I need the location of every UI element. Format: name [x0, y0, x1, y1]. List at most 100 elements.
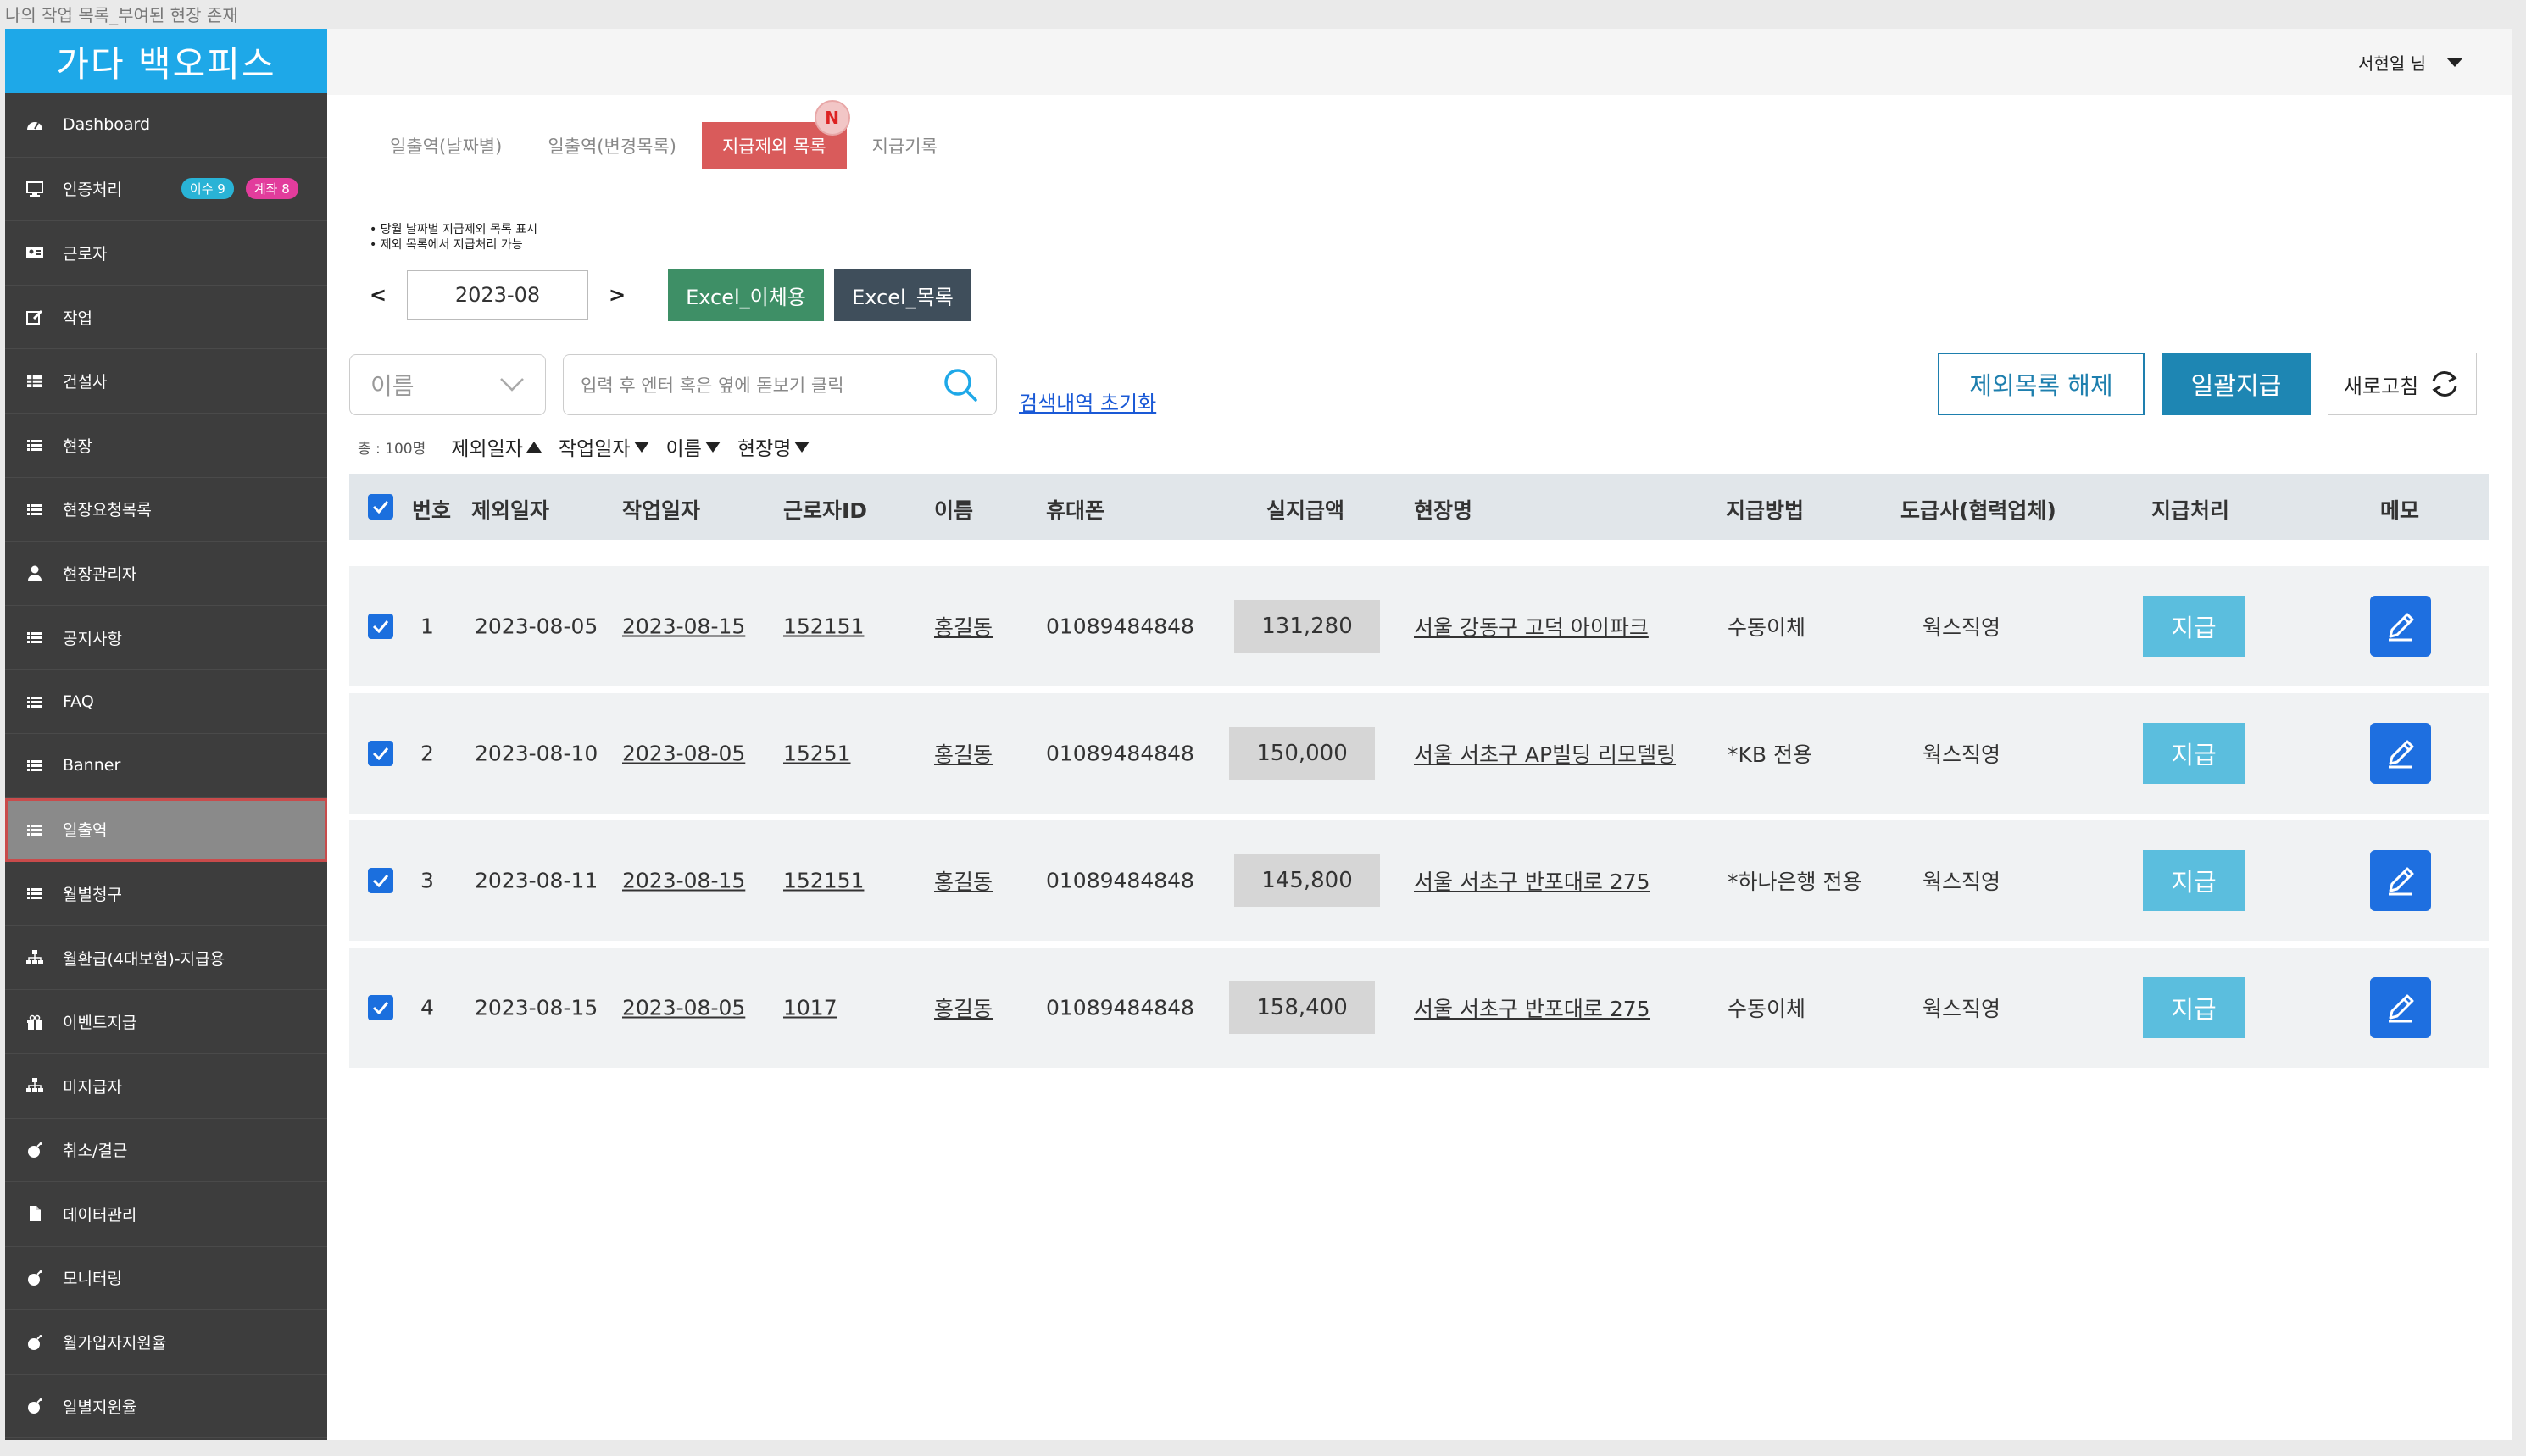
pay-all-button[interactable]: 일괄지급	[2162, 353, 2311, 415]
sidebar-item[interactable]: 현장	[5, 414, 327, 478]
sidebar-item[interactable]: 공지사항	[5, 606, 327, 670]
phone: 01089484848	[1046, 868, 1194, 893]
excel-transfer-button[interactable]: Excel_이체용	[668, 269, 824, 321]
tab-payment-history[interactable]: 지급기록	[852, 122, 958, 169]
pay-button[interactable]: 지급	[2143, 850, 2245, 911]
worker-name-link[interactable]: 홍길동	[934, 992, 993, 1023]
list-icon	[24, 757, 46, 774]
sidebar-item[interactable]: 현장관리자	[5, 542, 327, 606]
worker-id-link[interactable]: 152151	[783, 869, 864, 893]
sidebar-item-label: 이벤트지급	[63, 1014, 137, 1033]
table-icon	[24, 373, 46, 390]
sidebar-item[interactable]: 근로자	[5, 221, 327, 286]
tab-daily[interactable]: 일출역(날짜별)	[370, 122, 522, 169]
row-checkbox[interactable]	[368, 741, 393, 766]
file-icon	[24, 1205, 46, 1222]
search-input[interactable]: 입력 후 엔터 혹은 옆에 돋보기 클릭	[563, 353, 997, 415]
reset-search-link[interactable]: 검색내역 초기화	[1019, 386, 1156, 416]
sitemap-icon	[24, 949, 46, 966]
sort-work-date[interactable]: 작업일자	[559, 432, 649, 461]
refresh-button[interactable]: 새로고침	[2328, 353, 2477, 415]
user-menu[interactable]: 서현일 님	[2358, 50, 2463, 75]
pay-amount: 131,280	[1234, 600, 1380, 653]
sort-name[interactable]: 이름	[666, 432, 721, 461]
work-date-link[interactable]: 2023-08-15	[622, 869, 745, 893]
site-name-link[interactable]: 서울 서초구 반포대로 275	[1414, 865, 1650, 896]
month-input[interactable]: 2023-08	[407, 270, 588, 320]
sort-excluded-date[interactable]: 제외일자	[451, 432, 542, 461]
sidebar-item[interactable]: Dashboard	[5, 93, 327, 158]
excluded-date: 2023-08-10	[475, 741, 598, 766]
worker-id-link[interactable]: 152151	[783, 614, 864, 639]
pay-button[interactable]: 지급	[2143, 977, 2245, 1038]
sidebar-item[interactable]: 미지급자	[5, 1054, 327, 1119]
excel-list-button[interactable]: Excel_목록	[834, 269, 971, 321]
chevron-down-icon	[2446, 57, 2463, 67]
work-date-link[interactable]: 2023-08-05	[622, 742, 745, 766]
row-checkbox[interactable]	[368, 614, 393, 639]
new-badge: N	[814, 100, 850, 136]
id-card-icon	[24, 244, 46, 261]
select-all-checkbox[interactable]	[368, 494, 393, 520]
worker-id-link[interactable]: 1017	[783, 996, 837, 1020]
pencil-icon	[2389, 740, 2414, 769]
search-icon[interactable]	[942, 366, 979, 403]
row-checkbox[interactable]	[368, 995, 393, 1020]
brand-logo[interactable]: 가다 백오피스	[5, 29, 327, 93]
site-name-link[interactable]: 서울 서초구 AP빌딩 리모델링	[1414, 738, 1676, 769]
sidebar-item[interactable]: 취소/결근	[5, 1119, 327, 1183]
search-field-select[interactable]: 이름	[349, 353, 546, 415]
memo-button[interactable]	[2370, 977, 2431, 1038]
pay-button[interactable]: 지급	[2143, 723, 2245, 784]
site-name-link[interactable]: 서울 서초구 반포대로 275	[1414, 992, 1650, 1023]
row-checkbox[interactable]	[368, 868, 393, 893]
site-name-link[interactable]: 서울 강동구 고덕 아이파크	[1414, 611, 1649, 642]
phone: 01089484848	[1046, 995, 1194, 1020]
memo-button[interactable]	[2370, 850, 2431, 911]
sidebar-item[interactable]: 월환급(4대보험)-지급용	[5, 926, 327, 991]
sort-desc-icon	[633, 441, 649, 453]
worker-name-link[interactable]: 홍길동	[934, 611, 993, 642]
tab-change-list[interactable]: 일출역(변경목록)	[527, 122, 697, 169]
row-number: 1	[420, 614, 434, 639]
prev-month-button[interactable]: <	[361, 283, 395, 307]
sort-label: 작업일자	[558, 438, 631, 460]
refresh-label: 새로고침	[2343, 374, 2419, 398]
sidebar-item[interactable]: 일별지원율	[5, 1375, 327, 1439]
next-month-button[interactable]: >	[600, 283, 634, 307]
sidebar-item-label: 근로자	[63, 244, 108, 264]
worker-name-link[interactable]: 홍길동	[934, 738, 993, 769]
contractor: 웍스직영	[1922, 997, 2001, 1021]
sidebar-item[interactable]: 일출역	[5, 797, 327, 863]
header-name: 이름	[934, 498, 974, 523]
memo-button[interactable]	[2370, 596, 2431, 657]
sidebar-item[interactable]: 건설사	[5, 349, 327, 414]
memo-button[interactable]	[2370, 723, 2431, 784]
sidebar-item[interactable]: 모니터링	[5, 1247, 327, 1311]
work-date-link[interactable]: 2023-08-05	[622, 996, 745, 1020]
list-icon	[24, 629, 46, 646]
contractor: 웍스직영	[1922, 615, 2001, 640]
sidebar-item[interactable]: Banner	[5, 734, 327, 798]
worker-name-link[interactable]: 홍길동	[934, 865, 993, 896]
remove-exclusion-button[interactable]: 제외목록 해제	[1938, 353, 2145, 415]
worker-id-link[interactable]: 15251	[783, 742, 851, 766]
sort-site[interactable]: 현장명	[737, 432, 810, 461]
sidebar-item[interactable]: 이벤트지급	[5, 990, 327, 1054]
action-buttons: 제외목록 해제 일괄지급 새로고침	[1938, 353, 2477, 415]
pencil-icon	[2389, 867, 2414, 896]
pay-button[interactable]: 지급	[2143, 596, 2245, 657]
sidebar-item[interactable]: FAQ	[5, 670, 327, 734]
tab-excluded-list[interactable]: 지급제외 목록 N	[701, 100, 850, 169]
sidebar-item[interactable]: 작업	[5, 286, 327, 350]
sidebar-item[interactable]: 인증처리 이수 9 계좌 8	[5, 158, 327, 222]
sidebar-item[interactable]: 현장요청목록	[5, 478, 327, 542]
sidebar-item[interactable]: 월별청구	[5, 862, 327, 926]
sidebar-item[interactable]: 월가입자지원율	[5, 1310, 327, 1375]
header-method: 지급방법	[1726, 498, 1805, 523]
work-date-link[interactable]: 2023-08-15	[622, 614, 745, 639]
row-number: 3	[420, 868, 434, 893]
sidebar-item[interactable]: 데이터관리	[5, 1182, 327, 1247]
pay-method: 수동이체	[1728, 615, 1806, 640]
bomb-icon	[24, 1142, 46, 1159]
